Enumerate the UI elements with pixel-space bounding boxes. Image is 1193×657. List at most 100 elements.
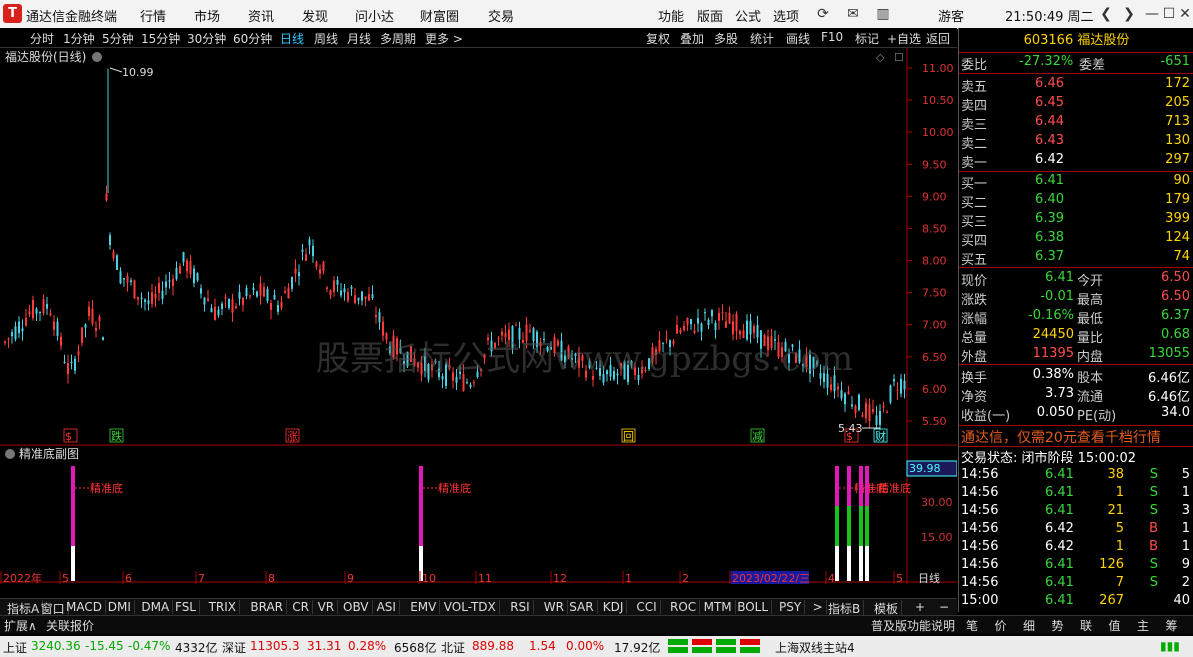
tool-duogu[interactable]: 多股 [714, 30, 738, 47]
indicator-tab[interactable]: OBV [340, 600, 373, 614]
indicator-tab[interactable]: MACD [63, 600, 106, 614]
buy-row[interactable]: 买一 6.41 90 [959, 172, 1193, 192]
sell-row[interactable]: 卖四 6.45 205 [959, 94, 1193, 114]
stat-row[interactable]: 现价 6.41 今开 6.50 [959, 269, 1193, 289]
tick-row[interactable]: 15:00 6.41 267 40 [959, 592, 1193, 611]
tf-1min[interactable]: 1分钟 [63, 30, 95, 47]
stat-row[interactable]: 换手 0.38% 股本 6.46亿 [959, 366, 1193, 386]
event-mark[interactable]: 跌 [111, 429, 122, 443]
stat-row[interactable]: 净资 3.73 流通 6.46亿 [959, 385, 1193, 405]
remove-window-button[interactable]: − [936, 600, 952, 614]
upgrade-ad[interactable]: 通达信，仅需20元查看千档行情 [961, 427, 1161, 447]
back-icon[interactable]: ❮ [1095, 4, 1117, 24]
indicator-tab[interactable]: BOLL [734, 600, 773, 614]
panel-bottom-tab[interactable]: 笔 [966, 617, 978, 634]
tick-row[interactable]: 14:56 6.41 38 S 5 [959, 466, 1193, 485]
panel-bottom-tab[interactable]: 值 [1109, 617, 1121, 634]
bz-label[interactable]: 北证 [441, 639, 465, 656]
diamond-icon[interactable]: ◇ [876, 51, 885, 64]
tf-monthly[interactable]: 月线 [347, 30, 371, 47]
event-mark[interactable]: $ [65, 430, 72, 443]
sell-row[interactable]: 卖五 6.46 172 [959, 75, 1193, 95]
tf-15min[interactable]: 15分钟 [141, 30, 180, 47]
sell-row[interactable]: 卖二 6.43 130 [959, 132, 1193, 152]
user-label[interactable]: 游客 [938, 6, 964, 25]
event-mark[interactable]: 回 [623, 430, 634, 443]
indicator-tab[interactable]: DMI [105, 600, 135, 614]
menu-banmian[interactable]: 版面 [697, 6, 723, 25]
server-name[interactable]: 上海双线主站4 [775, 639, 855, 656]
indicator-tab[interactable]: DMA [138, 600, 174, 614]
indicator-tab[interactable]: RSI [507, 600, 534, 614]
indicator-tab[interactable]: EMV [407, 600, 441, 614]
indicator-tab[interactable]: CCI [633, 600, 661, 614]
sell-row[interactable]: 卖三 6.44 713 [959, 113, 1193, 133]
indicator-tab[interactable]: SAR [566, 600, 598, 614]
tf-5min[interactable]: 5分钟 [102, 30, 134, 47]
indicator-tab[interactable]: MTM [701, 600, 736, 614]
chart-menu-icon[interactable] [92, 52, 102, 62]
tool-diejia[interactable]: 叠加 [680, 30, 704, 47]
indicator-tab[interactable]: CR [289, 600, 313, 614]
indicator-tab[interactable]: BRAR [247, 600, 288, 614]
menu-gongneng[interactable]: 功能 [658, 6, 684, 25]
tick-row[interactable]: 14:56 6.41 1 S 1 [959, 484, 1193, 503]
tool-f10[interactable]: F10 [821, 30, 843, 44]
tf-30min[interactable]: 30分钟 [187, 30, 226, 47]
indicator-tab[interactable]: ASI [374, 600, 400, 614]
tool-huaxian[interactable]: 画线 [786, 30, 810, 47]
tf-multi[interactable]: 多周期 [380, 30, 416, 47]
menu-shichang[interactable]: 市场 [194, 6, 220, 25]
kline-chart-area[interactable]: 11.00 10.50 10.00 9.50 9.00 8.50 8.00 7.50 7.00 6… [0, 48, 958, 585]
panel-bottom-tab[interactable]: 细 [1023, 617, 1035, 634]
buy-row[interactable]: 买二 6.40 179 [959, 191, 1193, 211]
menu-gongshi[interactable]: 公式 [735, 6, 761, 25]
panel-bottom-tab[interactable]: 势 [1052, 617, 1064, 634]
sh-label[interactable]: 上证 [3, 639, 27, 656]
tool-fanhui[interactable]: 返回 [926, 30, 950, 47]
tool-zixuan[interactable]: +自选 [887, 30, 921, 47]
close-icon[interactable]: ✕ [1174, 4, 1193, 24]
related-quotes-button[interactable]: 关联报价 [46, 617, 94, 634]
tf-daily[interactable]: 日线 [280, 30, 304, 47]
subchart-menu-icon[interactable] [5, 449, 15, 459]
forward-icon[interactable]: ❯ [1118, 4, 1140, 24]
buy-row[interactable]: 买四 6.38 124 [959, 229, 1193, 249]
indicator-tab[interactable]: KDJ [600, 600, 628, 614]
expand-button[interactable]: 扩展∧ [4, 617, 37, 634]
tf-60min[interactable]: 60分钟 [233, 30, 272, 47]
indicator-tab[interactable]: FSL [172, 600, 200, 614]
buy-row[interactable]: 买三 6.39 399 [959, 210, 1193, 230]
menu-faxian[interactable]: 发现 [302, 6, 328, 25]
panel-bottom-tab[interactable]: 筹 [1166, 617, 1178, 634]
stat-row[interactable]: 收益(一) 0.050 PE(动) 34.0 [959, 404, 1193, 424]
help-link[interactable]: 普及版功能说明 [871, 617, 955, 634]
tick-row[interactable]: 14:56 6.41 126 S 9 [959, 556, 1193, 575]
chart-icon[interactable]: ▥ [872, 4, 894, 24]
panel-bottom-tab[interactable]: 价 [995, 617, 1007, 634]
tf-weekly[interactable]: 周线 [314, 30, 338, 47]
panel-bottom-tab[interactable]: 联 [1080, 617, 1092, 634]
menu-wenxiaoda[interactable]: 问小达 [355, 6, 394, 25]
tool-tongji[interactable]: 统计 [750, 30, 774, 47]
tool-fuquan[interactable]: 复权 [646, 30, 670, 47]
indicator-tab[interactable]: VR [315, 600, 339, 614]
stat-row[interactable]: 涨跌 -0.01 最高 6.50 [959, 288, 1193, 308]
expand-chart-icon[interactable]: ☐ [894, 51, 904, 64]
menu-caifuquan[interactable]: 财富圈 [420, 6, 459, 25]
buy-row[interactable]: 买五 6.37 74 [959, 248, 1193, 268]
stat-row[interactable]: 外盘 11395 内盘 13055 [959, 345, 1193, 365]
refresh-icon[interactable]: ⟳ [812, 4, 834, 24]
panel-bottom-tab[interactable]: 主 [1137, 617, 1149, 634]
sell-row[interactable]: 卖一 6.42 297 [959, 151, 1193, 171]
indicator-tab[interactable]: ROC [667, 600, 701, 614]
tick-row[interactable]: 14:56 6.42 1 B 1 [959, 538, 1193, 557]
menu-xuanxiang[interactable]: 选项 [773, 6, 799, 25]
menu-zixun[interactable]: 资讯 [248, 6, 274, 25]
event-mark[interactable]: 财 [875, 429, 886, 443]
event-mark[interactable]: 涨 [287, 430, 298, 443]
mail-icon[interactable]: ✉ [842, 4, 864, 24]
sz-label[interactable]: 深证 [222, 639, 246, 656]
indicator-tab[interactable]: WR [541, 600, 568, 614]
tf-fenshi[interactable]: 分时 [30, 30, 54, 47]
